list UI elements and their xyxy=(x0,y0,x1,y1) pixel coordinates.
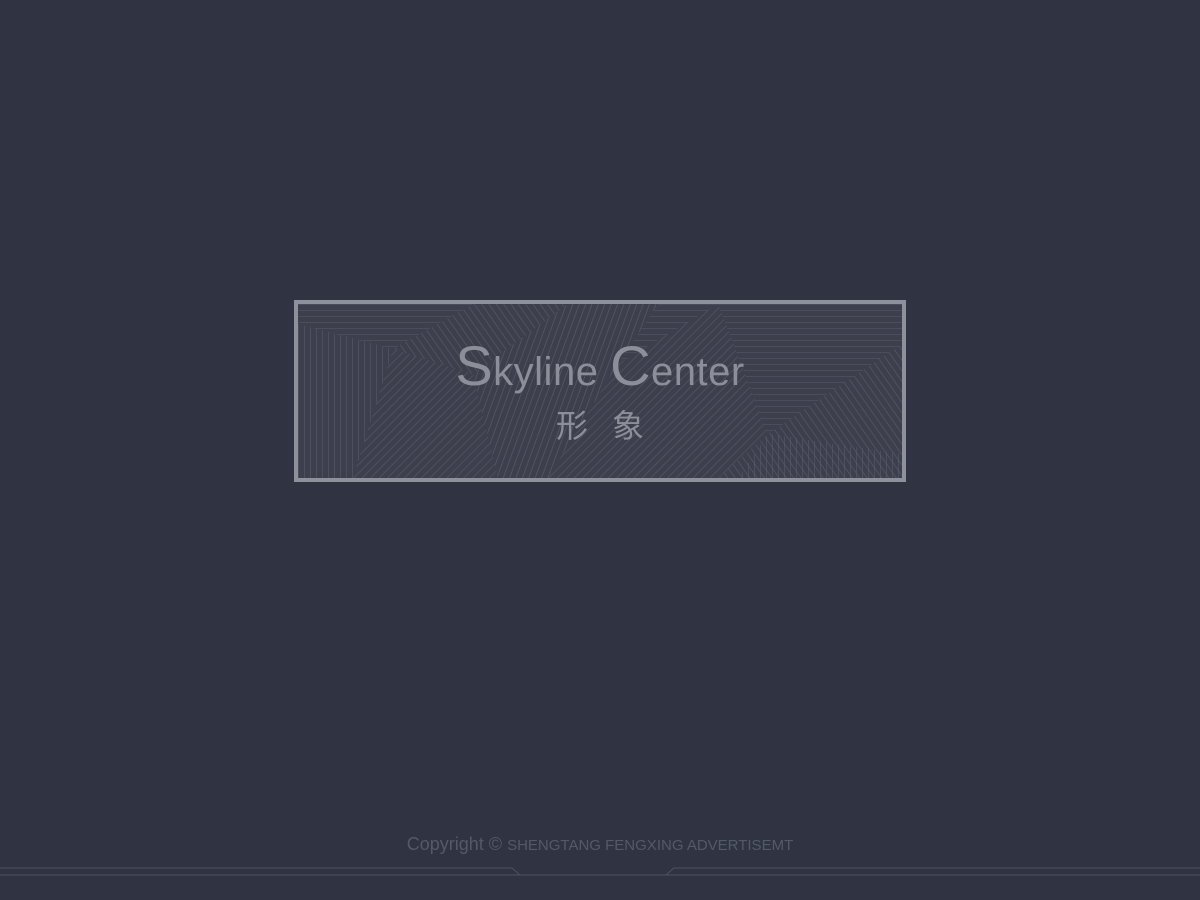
copyright-text: Copyright © SHENGTANG FENGXING ADVERTISE… xyxy=(0,833,1200,857)
copyright-prefix: Copyright © xyxy=(406,834,508,854)
footer-divider xyxy=(0,867,1200,876)
page: Skyline Center 形象 Copyright © SHENGTANG … xyxy=(0,0,1200,900)
logo-title: Skyline Center xyxy=(298,338,902,394)
logo-title-initial-c: C xyxy=(610,334,652,397)
logo-title-initial-s: S xyxy=(455,334,494,397)
logo-frame: Skyline Center 形象 xyxy=(294,300,906,482)
logo-subtitle: 形象 xyxy=(555,407,668,445)
logo-title-word-2: enter xyxy=(651,350,745,394)
logo-title-word-1: kyline xyxy=(493,350,611,394)
copyright-owner: SHENGTANG FENGXING ADVERTISEMT xyxy=(507,837,794,854)
